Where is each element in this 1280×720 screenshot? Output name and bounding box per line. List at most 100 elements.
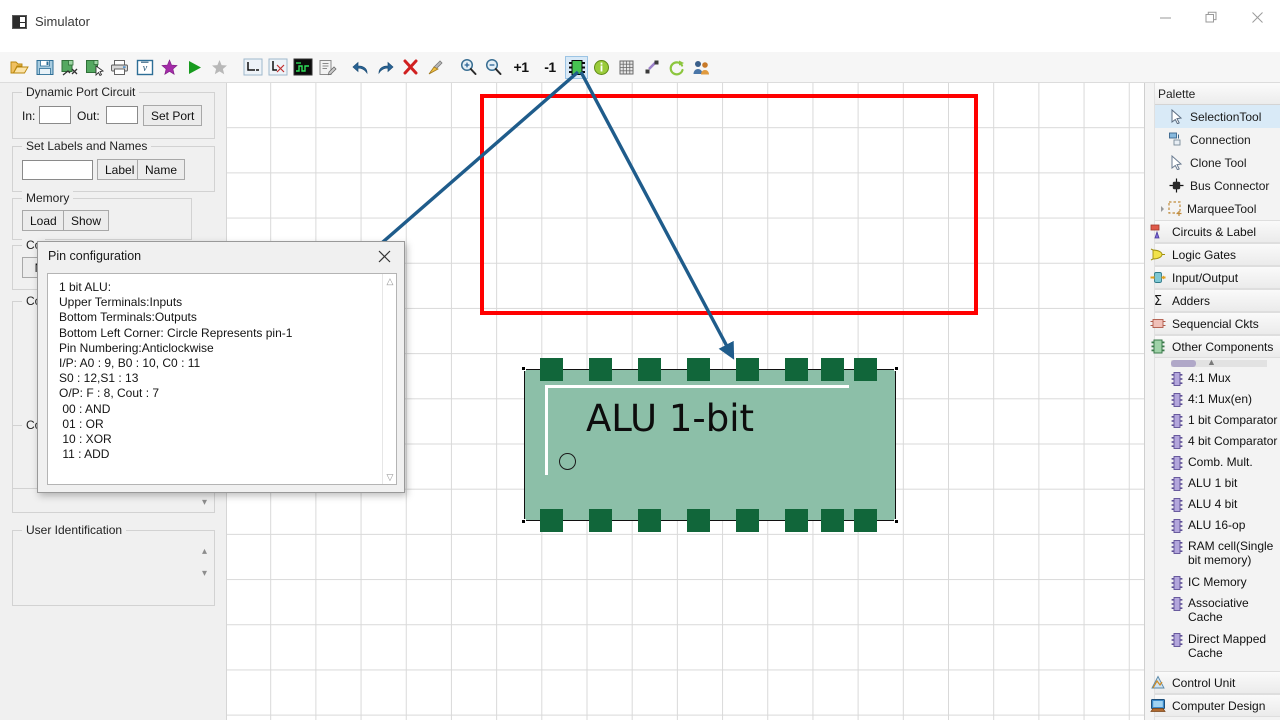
label-name-input[interactable]	[22, 160, 93, 180]
resize-handle[interactable]	[521, 519, 526, 524]
memory-load-button[interactable]: Load	[22, 210, 65, 231]
restore-icon[interactable]	[1188, 0, 1234, 34]
alu-pin-bottom[interactable]	[540, 509, 563, 532]
palette-item-ic-memory[interactable]: IC Memory	[1145, 573, 1280, 594]
alu-pin-top[interactable]	[638, 358, 661, 381]
palette-tool-connection[interactable]: Connection	[1145, 128, 1280, 151]
waveform-icon[interactable]	[291, 56, 314, 79]
star-grey-icon[interactable]	[208, 56, 231, 79]
chevron-down-icon[interactable]: ▽	[383, 470, 397, 484]
pin-configuration-dialog[interactable]: Pin configuration 1 bit ALU: Upper Termi…	[37, 241, 405, 493]
signal-low-icon[interactable]	[241, 56, 264, 79]
signal-edge-icon[interactable]	[266, 56, 289, 79]
palette-item-alu-1-bit[interactable]: ALU 1 bit	[1145, 474, 1280, 495]
alu-pin-bottom[interactable]	[854, 509, 877, 532]
alu-pin-bottom[interactable]	[589, 509, 612, 532]
palette-item-4-bit-comparator[interactable]: 4 bit Comparator	[1145, 432, 1280, 453]
resize-handle[interactable]	[894, 366, 899, 371]
import-icon[interactable]	[83, 56, 106, 79]
users-icon[interactable]	[690, 56, 713, 79]
palette-item-ram-cell[interactable]: RAM cell(Single bit memory)	[1145, 537, 1280, 573]
resize-handle[interactable]	[521, 366, 526, 371]
wire-diagonal-icon[interactable]	[640, 56, 663, 79]
close-icon[interactable]	[1234, 0, 1280, 34]
chevron-right-icon[interactable]	[1161, 205, 1164, 212]
name-button[interactable]: Name	[137, 159, 186, 180]
in-port-input[interactable]	[39, 106, 71, 124]
palette-item-4-1-mux[interactable]: 4:1 Mux	[1145, 369, 1280, 390]
plus-one-button[interactable]: +1	[507, 56, 535, 79]
palette-category-other-components[interactable]: Other Components	[1145, 335, 1280, 358]
user-identification-scroll-down[interactable]: ▾	[198, 567, 211, 580]
broom-icon[interactable]	[424, 56, 447, 79]
alu-component[interactable]: ALU 1-bit	[521, 358, 899, 532]
palette-item-direct-mapped-cache[interactable]: Direct Mapped Cache	[1145, 630, 1280, 666]
palette-category-logic-gates[interactable]: Logic Gates	[1145, 243, 1280, 266]
floppy-disk-icon[interactable]	[33, 56, 56, 79]
chevron-up-icon[interactable]: △	[383, 274, 397, 288]
palette-item-comb-mult[interactable]: Comb. Mult.	[1145, 453, 1280, 474]
alu-pin-bottom[interactable]	[785, 509, 808, 532]
undo-arrow-icon[interactable]	[349, 56, 372, 79]
chevron-up-icon[interactable]: ▲	[1207, 357, 1216, 367]
palette-category-control-unit[interactable]: Control Unit	[1145, 671, 1280, 694]
notes-edit-icon[interactable]	[316, 56, 339, 79]
palette-panel: Palette SelectionTool Connection Clone T…	[1144, 83, 1280, 720]
dialog-scrollbar[interactable]: △ ▽	[382, 274, 396, 484]
minus-one-button[interactable]: -1	[537, 56, 563, 79]
palette-item-associative-cache[interactable]: Associative Cache	[1145, 594, 1280, 630]
palette-tool-bus-connector[interactable]: Bus Connector	[1145, 174, 1280, 197]
hidden-group-3-scroll-down[interactable]: ▾	[198, 496, 211, 509]
out-port-input[interactable]	[106, 106, 138, 124]
palette-item-alu-4-bit[interactable]: ALU 4 bit	[1145, 495, 1280, 516]
magnifier-plus-icon[interactable]	[457, 56, 480, 79]
palette-splitter[interactable]	[1145, 83, 1155, 720]
printer-icon[interactable]	[108, 56, 131, 79]
close-icon[interactable]	[364, 243, 404, 270]
label-button[interactable]: Label	[97, 159, 143, 180]
palette-tool-marquee[interactable]: MarqueeTool	[1145, 197, 1280, 220]
alu-pin-top[interactable]	[736, 358, 759, 381]
star-purple-icon[interactable]	[158, 56, 181, 79]
refresh-circular-icon[interactable]	[665, 56, 688, 79]
delete-x-icon[interactable]	[399, 56, 422, 79]
alu-pin-bottom[interactable]	[687, 509, 710, 532]
palette-category-sequencial-ckts[interactable]: Sequencial Ckts	[1145, 312, 1280, 335]
resize-handle[interactable]	[894, 519, 899, 524]
set-port-button[interactable]: Set Port	[143, 105, 203, 126]
palette-category-adders[interactable]: Σ Adders	[1145, 289, 1280, 312]
play-green-icon[interactable]	[183, 56, 206, 79]
verilog-icon[interactable]: v	[133, 56, 156, 79]
alu-pin-top[interactable]	[785, 358, 808, 381]
memory-show-button[interactable]: Show	[63, 210, 110, 231]
alu-pin-top[interactable]	[540, 358, 563, 381]
folder-open-icon[interactable]	[8, 56, 31, 79]
magnifier-minus-icon[interactable]	[482, 56, 505, 79]
palette-item-alu-16-op[interactable]: ALU 16-op	[1145, 516, 1280, 537]
alu-pin-bottom[interactable]	[736, 509, 759, 532]
palette-horizontal-scrollbar[interactable]	[1171, 360, 1267, 367]
palette-item-4-1-mux-en[interactable]: 4:1 Mux(en)	[1145, 390, 1280, 411]
alu-pin-bottom[interactable]	[638, 509, 661, 532]
info-circle-icon[interactable]	[590, 56, 613, 79]
palette-category-computer-design[interactable]: Computer Design	[1145, 694, 1280, 717]
palette-category-input-output[interactable]: Input/Output	[1145, 266, 1280, 289]
scrollbar-thumb[interactable]	[1171, 360, 1196, 367]
alu-pin-top[interactable]	[687, 358, 710, 381]
redo-arrow-icon[interactable]	[374, 56, 397, 79]
palette-item-1-bit-comparator[interactable]: 1 bit Comparator	[1145, 411, 1280, 432]
export-icon[interactable]	[58, 56, 81, 79]
alu-pin-top[interactable]	[821, 358, 844, 381]
grid-icon[interactable]	[615, 56, 638, 79]
palette-category-circuits-label[interactable]: Circuits & Label	[1145, 220, 1280, 243]
palette-category-label: Sequencial Ckts	[1172, 316, 1259, 331]
palette-scroll-row[interactable]: ▲	[1145, 357, 1280, 369]
minimize-icon[interactable]	[1142, 0, 1188, 34]
alu-pin-top[interactable]	[589, 358, 612, 381]
alu-pin-top[interactable]	[854, 358, 877, 381]
palette-tool-selection[interactable]: SelectionTool	[1145, 105, 1280, 128]
ic-chip-icon[interactable]	[565, 55, 588, 79]
alu-pin-bottom[interactable]	[821, 509, 844, 532]
user-identification-scroll-up[interactable]: ▴	[198, 545, 211, 558]
palette-tool-clone[interactable]: Clone Tool	[1145, 151, 1280, 174]
